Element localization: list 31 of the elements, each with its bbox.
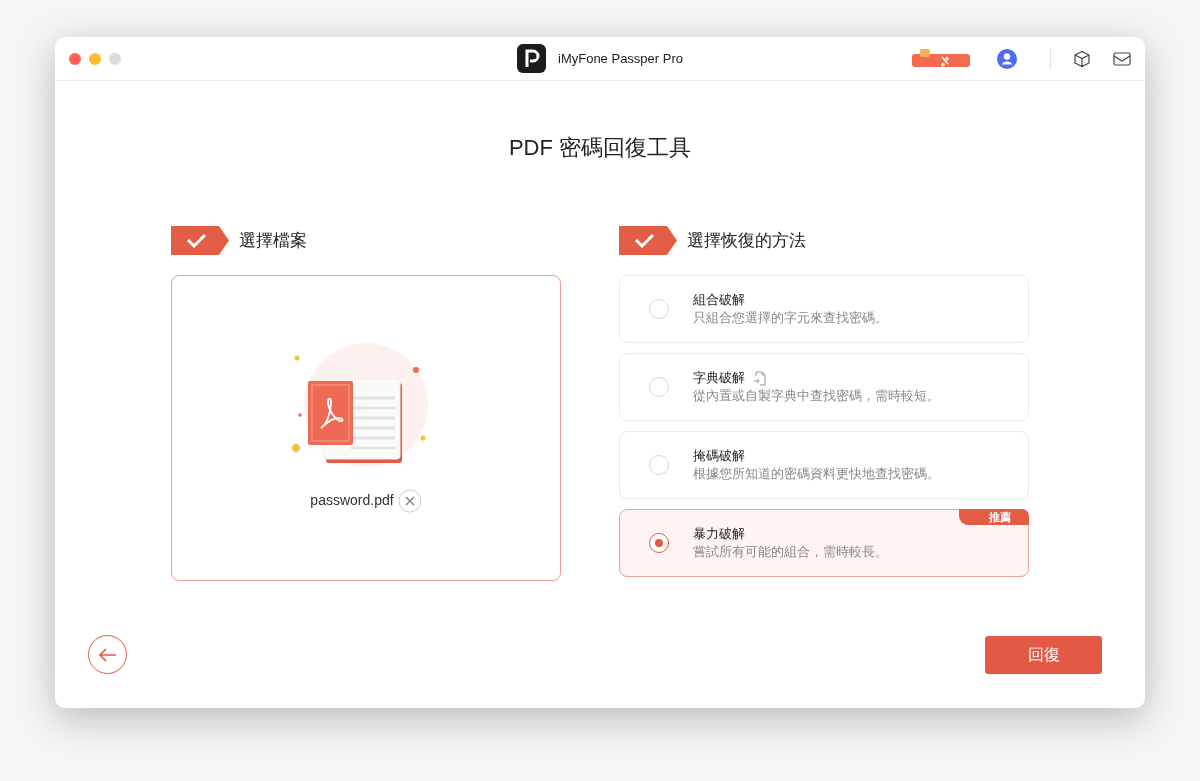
method-name: 字典破解 (693, 369, 745, 387)
minimize-window-button[interactable] (89, 52, 101, 65)
app-logo-icon (517, 44, 546, 73)
cube-icon[interactable] (1073, 49, 1091, 68)
method-name: 組合破解 (693, 291, 745, 309)
window-title: iMyFone Passper Pro (558, 49, 683, 68)
back-button[interactable] (88, 635, 127, 674)
recovery-method-option[interactable]: 掩碼破解 根據您所知道的密碼資料更快地查找密碼。 (619, 431, 1029, 499)
close-icon (397, 489, 422, 514)
method-description: 嘗試所有可能的組合，需時較長。 (693, 543, 888, 561)
recovery-method-option[interactable]: 組合破解 只組合您選擇的字元來查找密碼。 (619, 275, 1029, 343)
remove-file-button[interactable] (397, 488, 422, 514)
method-name: 暴力破解 (693, 525, 745, 543)
close-window-button[interactable] (69, 52, 81, 65)
page-title: PDF 密碼回復工具 (507, 134, 693, 162)
file-name: password.pdf (310, 491, 394, 511)
method-description: 只組合您選擇的字元來查找密碼。 (693, 309, 888, 327)
recovery-method-option[interactable]: 暴力破解 嘗試所有可能的組合，需時較長。 推薦 (619, 509, 1029, 577)
arrow-left-icon (98, 647, 117, 662)
step-title: 選擇檔案 (239, 229, 307, 252)
method-description: 從內置或自製字典中查找密碼，需時較短。 (693, 387, 940, 405)
radio-button[interactable] (649, 533, 669, 553)
recommended-tag: 推薦 (959, 509, 1029, 525)
step-title: 選擇恢復的方法 (687, 229, 806, 252)
mail-icon[interactable] (1113, 51, 1131, 66)
recovery-method-option[interactable]: 字典破解 從內置或自製字典中查找密碼，需時較短。 (619, 353, 1029, 421)
import-file-icon[interactable] (753, 370, 766, 386)
user-avatar-icon[interactable] (996, 47, 1018, 70)
method-description: 根據您所知道的密碼資料更快地查找密碼。 (693, 465, 940, 483)
recover-button[interactable]: 回復 (985, 635, 1102, 674)
method-name: 掩碼破解 (693, 447, 745, 465)
